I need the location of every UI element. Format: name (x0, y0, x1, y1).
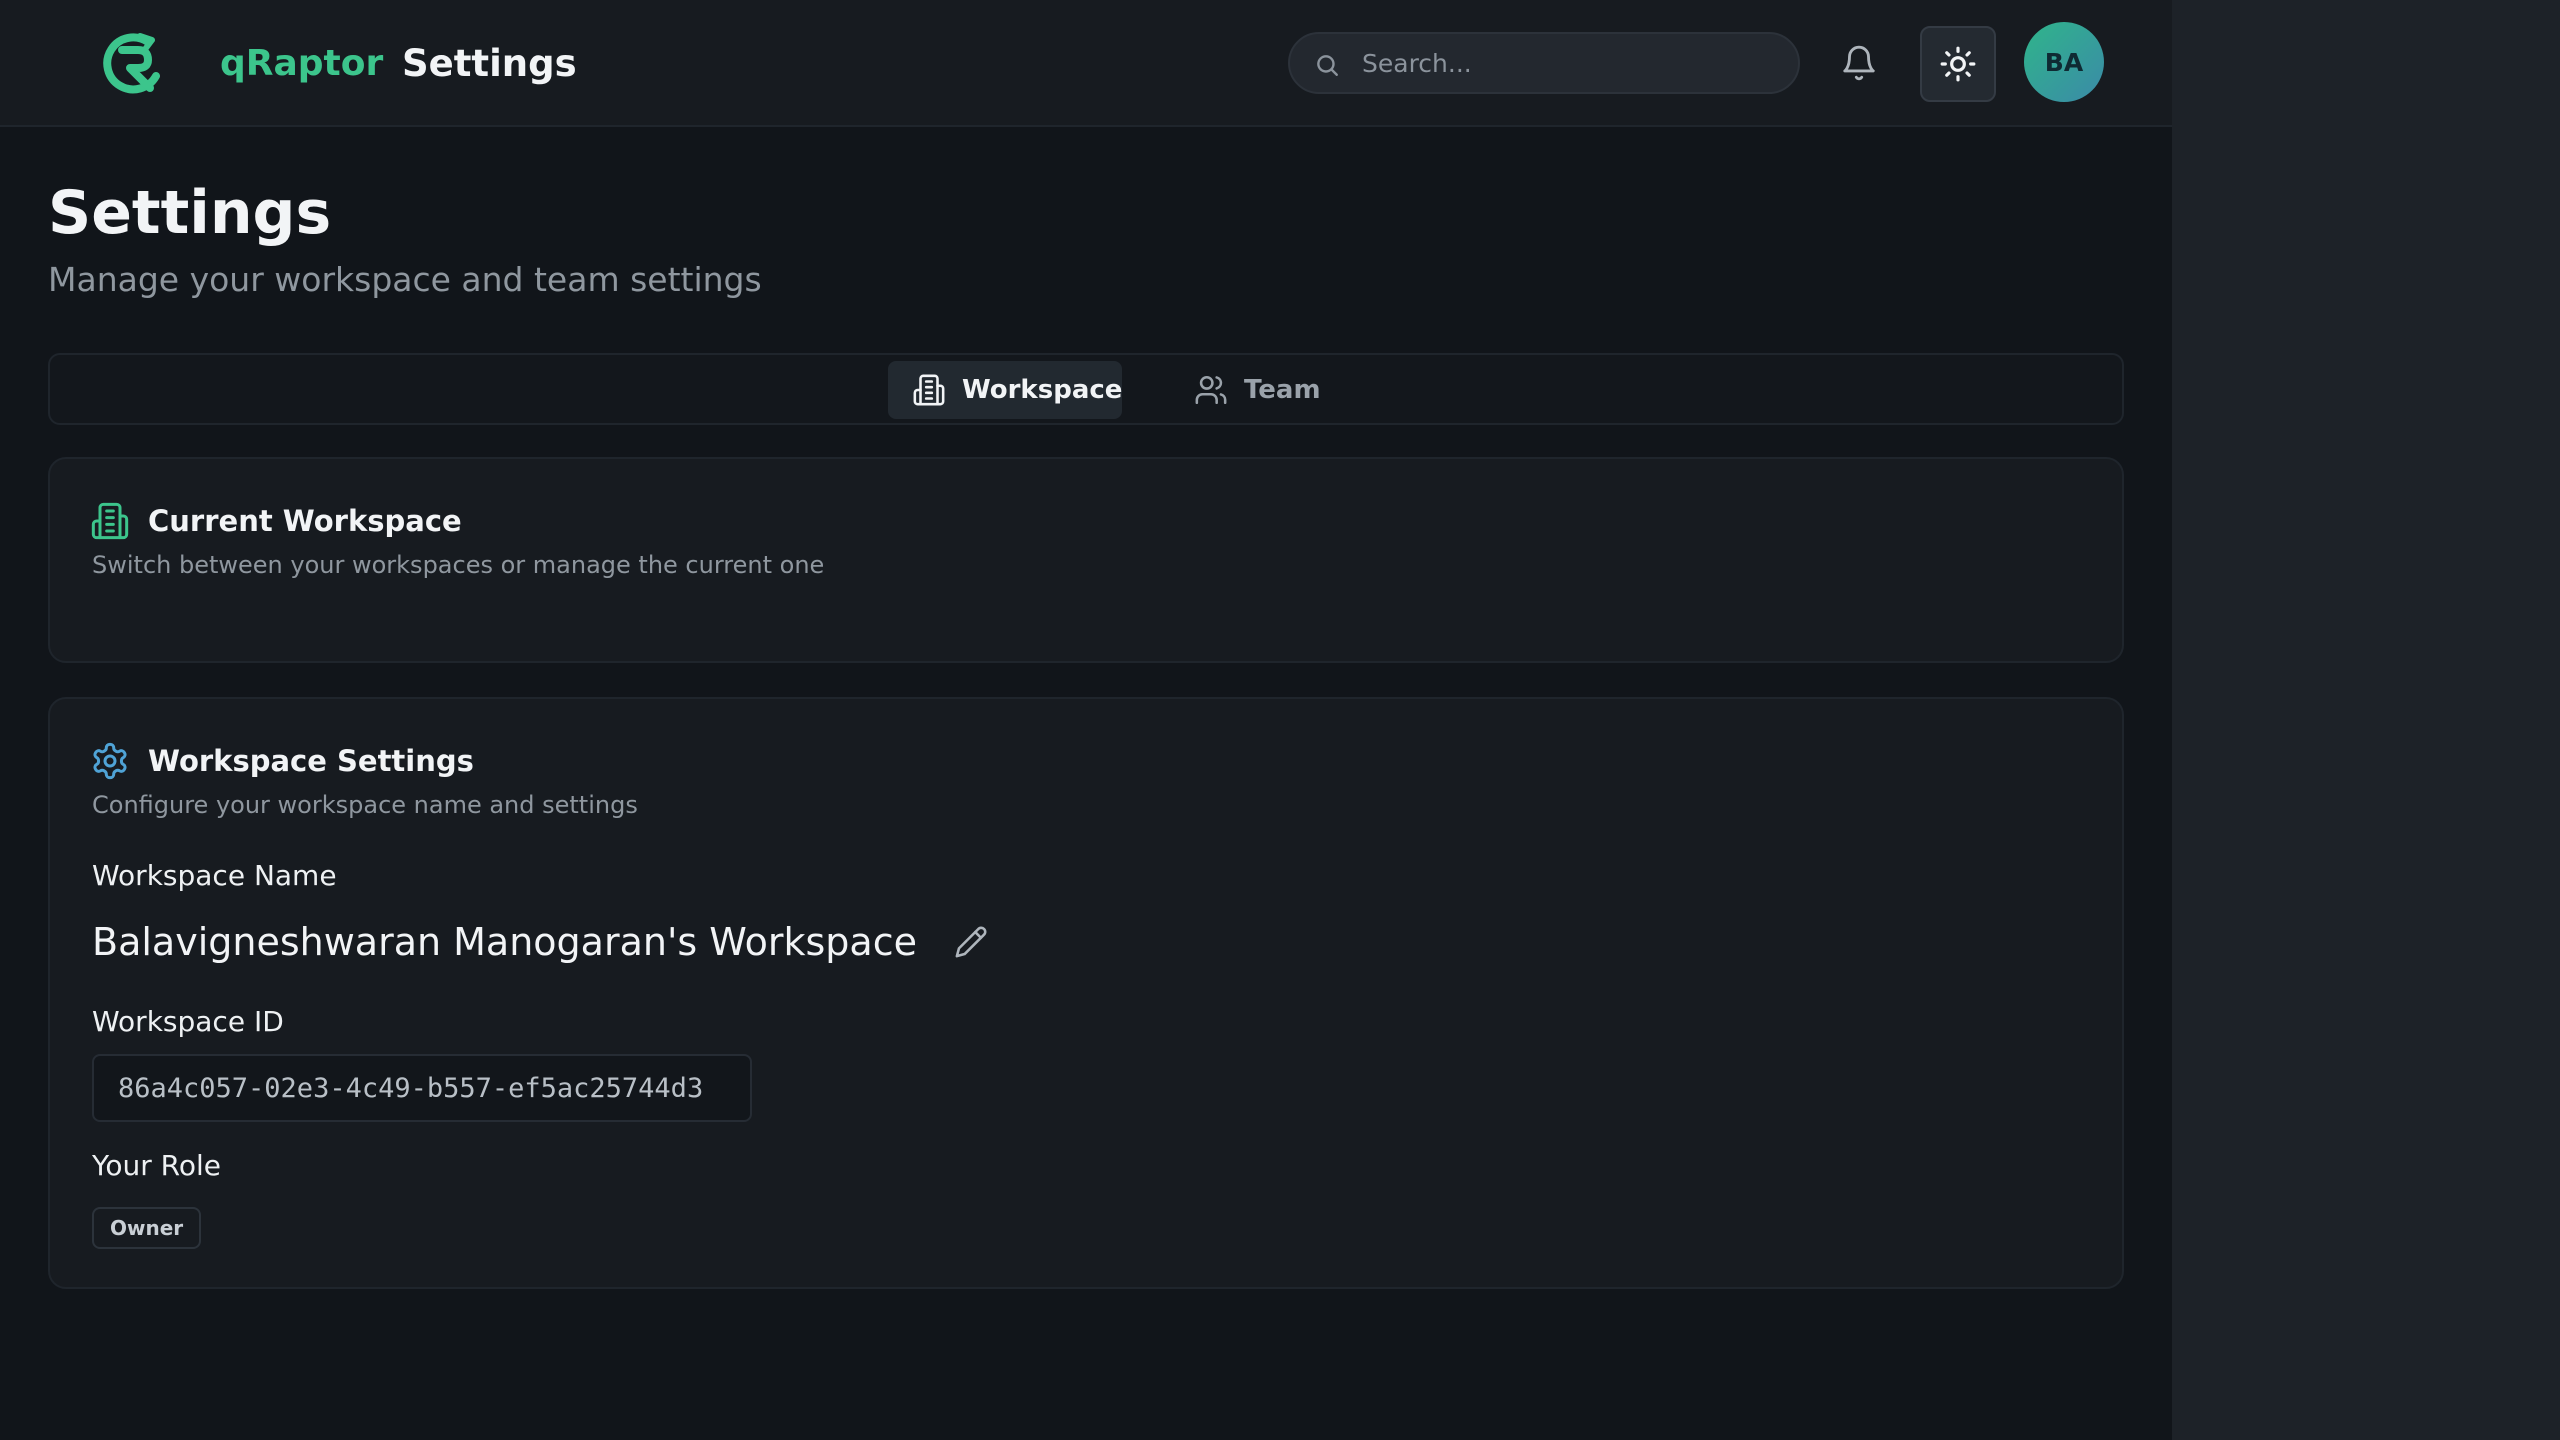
current-workspace-title: Current Workspace (148, 504, 462, 538)
current-workspace-description: Switch between your workspaces or manage… (92, 551, 825, 579)
settings-tabbar: Workspace Team (48, 353, 2124, 425)
search-box[interactable] (1288, 32, 1800, 94)
workspace-settings-description: Configure your workspace name and settin… (92, 791, 638, 819)
tab-workspace[interactable]: Workspace (888, 361, 1122, 419)
workspace-name-label: Workspace Name (92, 859, 337, 892)
current-workspace-header: Current Workspace (90, 501, 462, 541)
tab-team[interactable]: Team (1170, 361, 1330, 419)
role-badge: Owner (92, 1207, 202, 1249)
notification-bell-icon[interactable] (1840, 44, 1878, 82)
workspace-name-row: Balavigneshwaran Manogaran's Workspace (92, 915, 991, 969)
workspace-id-label: Workspace ID (92, 1005, 284, 1038)
users-icon (1195, 375, 1227, 405)
workspace-settings-header: Workspace Settings (90, 741, 474, 781)
header-section-title: Settings (402, 42, 577, 85)
workspace-name-value: Balavigneshwaran Manogaran's Workspace (92, 920, 917, 964)
building-icon (91, 502, 129, 540)
sun-icon (1940, 46, 1976, 82)
current-workspace-card: Current Workspace Switch between your wo… (48, 457, 2124, 663)
page-title: Settings (48, 178, 332, 248)
app-root: qRaptor Settings BA Settings Manage your… (0, 0, 2172, 1440)
workspace-id-field[interactable]: 86a4c057-02e3-4c49-b557-ef5ac25744d3 (92, 1054, 752, 1122)
search-input[interactable] (1362, 34, 1782, 92)
workspace-settings-card: Workspace Settings Configure your worksp… (48, 697, 2124, 1289)
workspace-settings-title: Workspace Settings (148, 744, 474, 778)
pencil-icon (955, 926, 987, 958)
tab-team-label: Team (1244, 375, 1321, 405)
search-icon (1317, 55, 1338, 76)
page-subtitle: Manage your workspace and team settings (48, 260, 762, 299)
edit-workspace-name-button[interactable] (951, 922, 991, 962)
brand-name[interactable]: qRaptor (220, 40, 383, 88)
tab-workspace-label: Workspace (962, 375, 1123, 405)
gear-icon (93, 742, 127, 780)
building-icon (913, 374, 945, 406)
theme-toggle-button[interactable] (1920, 26, 1996, 102)
user-avatar[interactable]: BA (2024, 22, 2104, 102)
qraptor-logo-icon[interactable] (100, 30, 168, 98)
top-header: qRaptor Settings BA (0, 0, 2172, 127)
your-role-label: Your Role (92, 1149, 222, 1182)
